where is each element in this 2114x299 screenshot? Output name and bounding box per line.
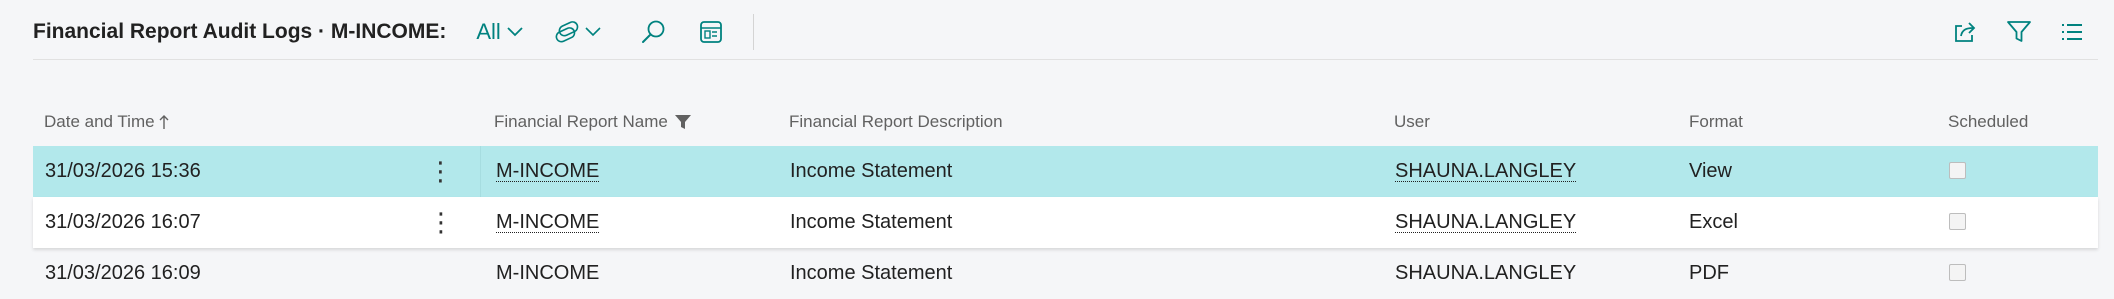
share-button[interactable] [1952, 20, 1978, 44]
share-icon [1955, 21, 1976, 42]
grid-header: Date and Time Financial Report Name Fina… [33, 104, 2098, 140]
scheduled-checkbox[interactable] [1949, 162, 1966, 179]
filter-applied-icon [674, 115, 691, 129]
toolbar-divider [752, 13, 754, 50]
filter-icon [2007, 20, 2031, 42]
scheduled-checkbox[interactable] [1949, 213, 1966, 230]
column-header-report-name[interactable]: Financial Report Name [494, 112, 692, 132]
date-time-cell: 31/03/2026 16:07 [45, 211, 201, 233]
date-time-cell: 31/03/2026 15:36 [45, 160, 201, 182]
report-name-link[interactable]: M-INCOME [496, 248, 599, 299]
table-row[interactable]: 31/03/2026 15:36 ⋮ M-INCOME Income State… [33, 146, 2098, 197]
views-button[interactable] [555, 20, 601, 44]
column-header-scheduled[interactable]: Scheduled [1948, 112, 2028, 132]
format-cell: Excel [1689, 211, 1738, 233]
column-header-user[interactable]: User [1394, 112, 1430, 132]
personalize-layout-button[interactable] [699, 20, 723, 44]
column-header-format[interactable]: Format [1689, 112, 1743, 132]
report-description-cell: Income Statement [790, 211, 953, 233]
page-title: Financial Report Audit Logs · M-INCOME: [33, 19, 447, 43]
list-icon [2062, 23, 2082, 40]
format-cell: PDF [1689, 262, 1729, 284]
toolbar-right-actions [1952, 19, 2098, 45]
layout-icon [699, 20, 722, 43]
report-description-cell: Income Statement [790, 160, 953, 182]
search-icon [641, 20, 665, 43]
user-link[interactable]: SHAUNA.LANGLEY [1395, 248, 1576, 299]
sort-ascending-icon [159, 115, 169, 129]
chevron-down-icon [585, 26, 601, 36]
filter-pane-button[interactable] [2006, 19, 2032, 45]
views-icon [555, 20, 579, 42]
table-row[interactable]: 31/03/2026 16:07 ⋮ M-INCOME Income State… [33, 197, 2098, 248]
search-button[interactable] [641, 19, 667, 45]
column-header-date-time[interactable]: Date and Time [44, 112, 169, 132]
scheduled-checkbox[interactable] [1949, 264, 1966, 281]
user-link[interactable]: SHAUNA.LANGLEY [1395, 197, 1576, 248]
table-row[interactable]: 31/03/2026 16:09 M-INCOME Income Stateme… [33, 248, 2098, 299]
row-actions-icon[interactable]: ⋮ [401, 146, 481, 197]
user-link[interactable]: SHAUNA.LANGLEY [1395, 146, 1576, 197]
row-actions-icon[interactable]: ⋮ [401, 197, 481, 248]
chevron-down-icon [507, 26, 523, 36]
report-name-link[interactable]: M-INCOME [496, 197, 599, 248]
report-description-cell: Income Statement [790, 262, 953, 284]
action-bar: Financial Report Audit Logs · M-INCOME: … [33, 4, 2098, 60]
list-view-button[interactable] [2060, 21, 2084, 43]
view-filter-label: All [476, 18, 501, 44]
report-name-link[interactable]: M-INCOME [496, 146, 599, 197]
date-time-cell: 31/03/2026 16:09 [45, 262, 201, 284]
column-header-report-description[interactable]: Financial Report Description [789, 112, 1003, 132]
view-filter-dropdown[interactable]: All [476, 18, 523, 45]
format-cell: View [1689, 160, 1732, 182]
